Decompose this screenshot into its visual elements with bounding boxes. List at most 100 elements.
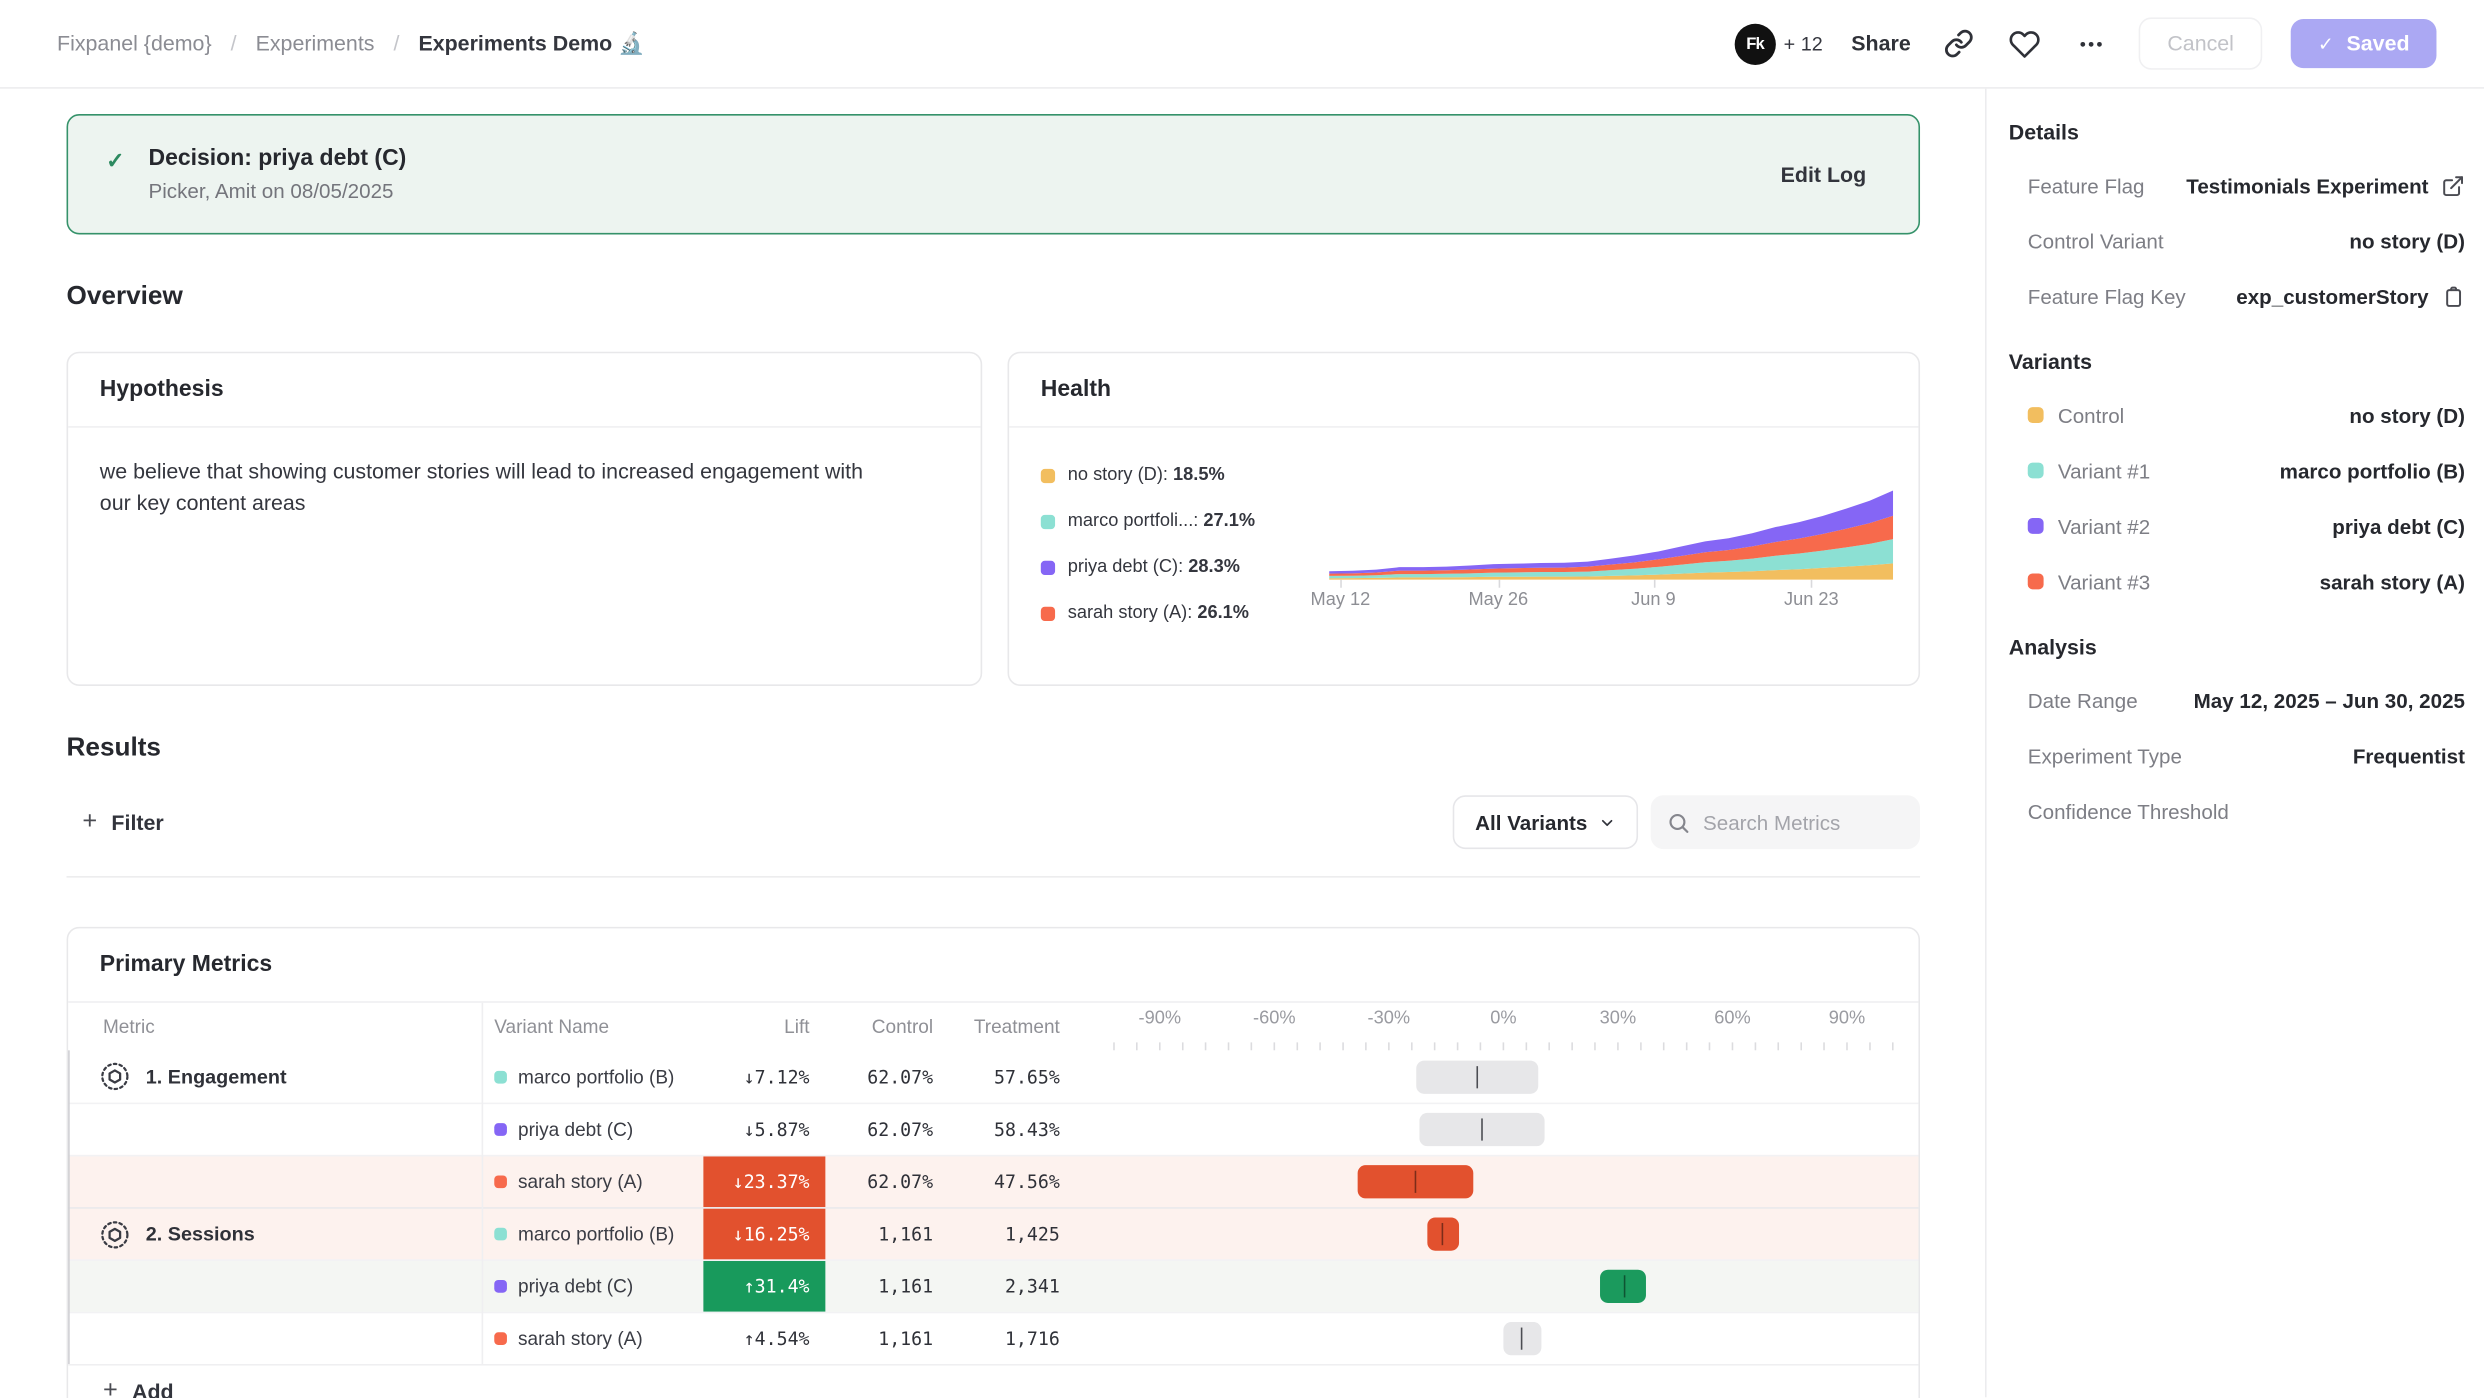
lift-value: ↑4.54%	[703, 1313, 825, 1364]
metric-table-row[interactable]: priya debt (C)↑31.4%1,1612,341	[68, 1259, 1918, 1311]
details-section: Details Feature FlagTestimonials Experim…	[2009, 120, 2465, 312]
metric-target-icon	[100, 1219, 130, 1249]
sidebar-row-label: Feature Flag	[2028, 173, 2145, 197]
sidebar-row-label: Variant #1	[2058, 459, 2150, 483]
lift-point-marker	[1441, 1223, 1443, 1245]
metric-table-row[interactable]: sarah story (A)↑4.54%1,1611,716	[68, 1312, 1918, 1364]
share-button[interactable]: Share	[1851, 32, 1910, 56]
lift-value: ↓23.37%	[703, 1156, 825, 1207]
avatar-group[interactable]: Fk + 12	[1735, 23, 1823, 64]
control-value: 1,161	[825, 1261, 949, 1312]
metric-table-row[interactable]: 1. Engagementmarco portfolio (B)↓7.12%62…	[68, 1050, 1918, 1102]
variant-color-dot	[494, 1228, 507, 1241]
metric-table-row[interactable]: 2. Sessionsmarco portfolio (B)↓16.25%1,1…	[68, 1207, 1918, 1259]
legend-swatch	[1041, 514, 1055, 528]
x-axis-tick	[1340, 580, 1342, 588]
heart-icon[interactable]	[2006, 25, 2044, 63]
axis-label: -60%	[1253, 1009, 1296, 1028]
variants-section: Variants Controlno story (D)Variant #1ma…	[2009, 350, 2465, 597]
x-axis-label: May 12	[1311, 591, 1371, 610]
sidebar-row-value: no story (D)	[2349, 229, 2465, 253]
breadcrumb-project[interactable]: Fixpanel {demo}	[57, 32, 212, 56]
add-filter-button[interactable]: + Filter	[67, 808, 164, 837]
copy-icon[interactable]	[2441, 284, 2465, 308]
sidebar-row: Controlno story (D)	[2028, 399, 2465, 431]
legend-label: marco portfoli...: 27.1%	[1068, 512, 1255, 531]
treatment-value: 2,341	[949, 1261, 1076, 1312]
variants-title: Variants	[2009, 350, 2465, 374]
variant-color-dot	[494, 1175, 507, 1188]
hypothesis-text: we believe that showing customer stories…	[68, 428, 923, 547]
plus-icon: +	[103, 1377, 118, 1398]
add-metric-button[interactable]: + Add	[103, 1377, 174, 1398]
legend-item: no story (D): 18.5%	[1041, 466, 1329, 485]
sidebar-row-label: Control Variant	[2028, 229, 2164, 253]
metric-target-icon	[100, 1061, 130, 1091]
breadcrumb-separator: /	[393, 32, 399, 56]
filter-label: Filter	[111, 810, 163, 834]
search-input[interactable]	[1703, 810, 1893, 834]
details-sidebar: Details Feature FlagTestimonials Experim…	[1985, 89, 2484, 1398]
avatar[interactable]: Fk	[1735, 23, 1776, 64]
lift-value: ↓5.87%	[703, 1104, 825, 1155]
x-axis-label: May 26	[1468, 591, 1528, 610]
sidebar-row: Feature Flag Testimonials Experiment	[2028, 170, 2465, 202]
metric-column-divider	[482, 1003, 484, 1364]
sidebar-row-label: Confidence Threshold	[2028, 799, 2229, 823]
variant-color-swatch	[2028, 518, 2044, 534]
lift-point-marker	[1414, 1171, 1416, 1193]
external-link-icon[interactable]	[2441, 173, 2465, 197]
sidebar-row: Date RangeMay 12, 2025 – Jun 30, 2025	[2028, 684, 2465, 716]
treatment-value: 47.56%	[949, 1156, 1076, 1207]
legend-item: sarah story (A): 26.1%	[1041, 604, 1329, 623]
hypothesis-title: Hypothesis	[68, 353, 980, 427]
sidebar-row: Control Variant no story (D)	[2028, 225, 2465, 257]
column-header-variant: Variant Name	[482, 1003, 704, 1051]
health-chart: May 12May 26Jun 9Jun 23	[1329, 459, 1893, 649]
lift-value: ↓16.25%	[703, 1209, 825, 1260]
sidebar-row-value: priya debt (C)	[2332, 514, 2465, 538]
health-card: Health no story (D): 18.5%marco portfoli…	[1008, 352, 1920, 686]
sidebar-row-label: Experiment Type	[2028, 744, 2182, 768]
control-value: 1,161	[825, 1209, 949, 1260]
variant-name: priya debt (C)	[518, 1118, 633, 1140]
sidebar-row-value: exp_customerStory	[2236, 284, 2428, 308]
column-header-lift: Lift	[703, 1003, 825, 1051]
metric-table-row[interactable]: sarah story (A)↓23.37%62.07%47.56%	[68, 1155, 1918, 1207]
legend-item: priya debt (C): 28.3%	[1041, 558, 1329, 577]
metric-name: 2. Sessions	[146, 1223, 255, 1245]
control-value: 62.07%	[825, 1104, 949, 1155]
breadcrumb-separator: /	[231, 32, 237, 56]
analysis-section: Analysis Date RangeMay 12, 2025 – Jun 30…	[2009, 635, 2465, 827]
metrics-search[interactable]	[1651, 795, 1920, 849]
sidebar-row-label: Variant #3	[2058, 570, 2150, 594]
sidebar-row: Feature Flag Keyexp_customerStory	[2028, 280, 2465, 312]
variant-name: sarah story (A)	[518, 1171, 643, 1193]
cancel-button[interactable]: Cancel	[2139, 17, 2263, 69]
metric-table-row[interactable]: priya debt (C)↓5.87%62.07%58.43%	[68, 1103, 1918, 1155]
x-axis-tick	[1498, 580, 1500, 588]
column-header-control: Control	[825, 1003, 949, 1051]
treatment-value: 57.65%	[949, 1050, 1076, 1102]
add-metric-label: Add	[132, 1379, 174, 1398]
lift-point-marker	[1623, 1275, 1625, 1297]
more-icon[interactable]	[2072, 25, 2110, 63]
legend-swatch	[1041, 468, 1055, 482]
legend-swatch	[1041, 606, 1055, 620]
edit-log-button[interactable]: Edit Log	[1781, 162, 1867, 186]
variants-dropdown[interactable]: All Variants	[1453, 795, 1638, 849]
legend-item: marco portfoli...: 27.1%	[1041, 512, 1329, 531]
breadcrumb-experiments[interactable]: Experiments	[256, 32, 375, 56]
lift-point-marker	[1476, 1065, 1478, 1087]
link-icon[interactable]	[1939, 25, 1977, 63]
chevron-down-icon	[1598, 813, 1615, 830]
sidebar-row-label: Variant #2	[2058, 514, 2150, 538]
saved-button[interactable]: ✓ Saved	[2291, 19, 2436, 68]
control-value: 1,161	[825, 1313, 949, 1364]
breadcrumb: Fixpanel {demo} / Experiments / Experime…	[57, 31, 645, 56]
variant-name: priya debt (C)	[518, 1275, 633, 1297]
sidebar-row-value[interactable]: Testimonials Experiment	[2186, 173, 2428, 197]
results-heading: Results	[67, 733, 1920, 763]
x-axis-tick	[1653, 580, 1655, 588]
axis-label: 0%	[1490, 1009, 1516, 1028]
